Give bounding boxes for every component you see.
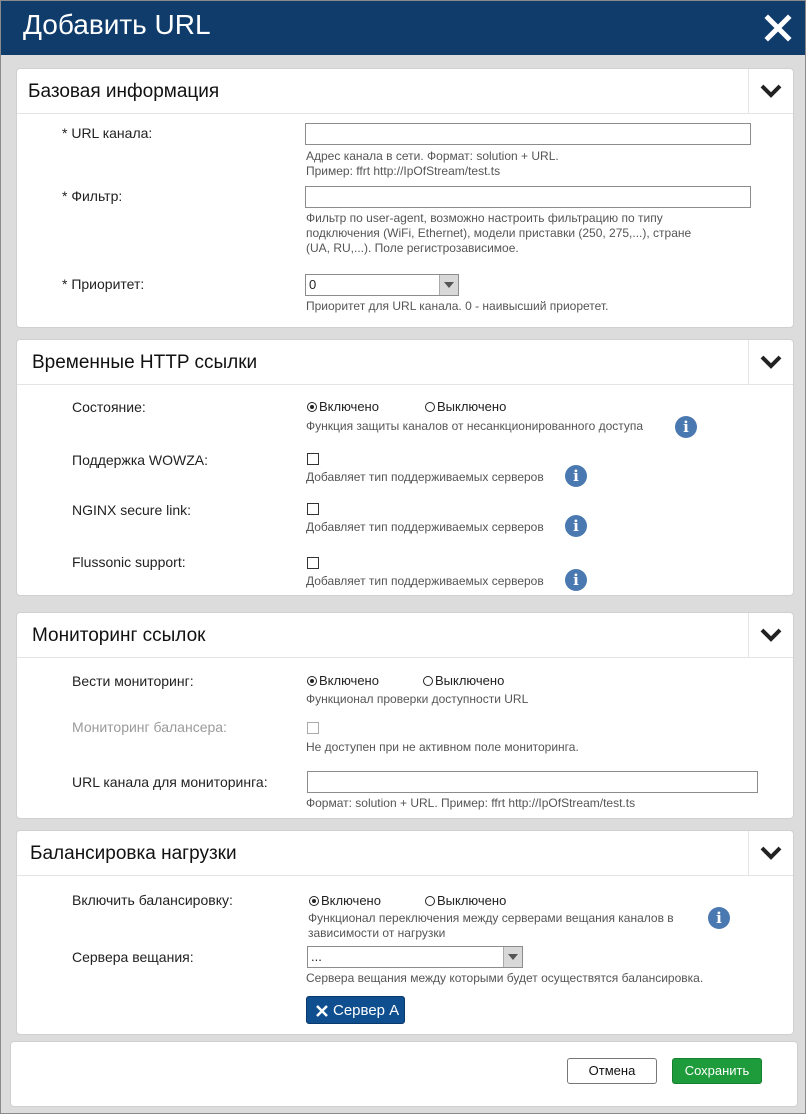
monitoring-url-input[interactable]: [307, 771, 758, 793]
flussonic-label: Flussonic support:: [72, 554, 186, 570]
priority-label: * Приоритет:: [62, 276, 145, 292]
add-url-dialog: Добавить URL Базовая информация * URL ка…: [0, 0, 806, 1114]
priority-hint: Приоритет для URL канала. 0 - наивысший …: [306, 299, 609, 313]
balancing-off-radio[interactable]: Выключено: [425, 893, 506, 908]
servers-hint: Сервера вещания между которыми будет осу…: [306, 971, 704, 985]
flussonic-hint: Добавляет тип поддерживаемых серверов: [306, 574, 544, 588]
filter-hint-3: (UA, RU,...). Поле регистрозависимое.: [306, 241, 519, 255]
monitoring-off-radio[interactable]: Выключено: [423, 673, 504, 688]
balancer-monitoring-checkbox[interactable]: [307, 722, 319, 734]
wowza-hint: Добавляет тип поддерживаемых серверов: [306, 470, 544, 484]
radio-dot: [309, 895, 319, 906]
chevron-down-icon: [760, 355, 782, 369]
servers-value: ...: [311, 949, 322, 964]
servers-label: Сервера вещания:: [72, 949, 194, 965]
balancing-hint-1: Функционал переключения между серверами …: [308, 911, 674, 925]
nginx-hint: Добавляет тип поддерживаемых серверов: [306, 520, 544, 534]
radio-label: Включено: [321, 893, 381, 908]
url-input[interactable]: [305, 123, 751, 145]
load-balancing-panel: Балансировка нагрузки Включить балансиро…: [16, 830, 794, 1035]
monitoring-hint: Функционал проверки доступности URL: [306, 692, 529, 706]
chevron-down-icon: [760, 84, 782, 98]
panel-header: Базовая информация: [17, 69, 793, 114]
info-icon[interactable]: i: [708, 907, 730, 929]
flussonic-checkbox[interactable]: [307, 557, 319, 569]
priority-value: 0: [309, 277, 317, 292]
chevron-down-icon: [503, 947, 522, 967]
tag-label: Сервер А: [333, 1002, 400, 1019]
close-icon[interactable]: [763, 13, 793, 43]
panel-header: Мониторинг ссылок: [17, 613, 793, 658]
enable-balancing-label: Включить балансировку:: [72, 892, 233, 908]
filter-label: * Фильтр:: [62, 188, 123, 204]
radio-label: Выключено: [437, 893, 507, 908]
url-label: * URL канала:: [62, 125, 153, 141]
collapse-toggle[interactable]: [748, 613, 793, 657]
panel-title: Временные HTTP ссылки: [32, 352, 258, 373]
cancel-button[interactable]: Отмена: [567, 1058, 657, 1084]
panel-header: Временные HTTP ссылки: [17, 340, 793, 385]
panel-title: Мониторинг ссылок: [32, 625, 206, 646]
servers-select[interactable]: ...: [307, 946, 523, 968]
balancer-monitoring-label: Мониторинг балансера:: [72, 719, 227, 735]
radio-dot: [307, 675, 317, 686]
chevron-down-icon: [760, 628, 782, 642]
balancing-on-radio[interactable]: Включено: [309, 893, 381, 908]
monitoring-panel: Мониторинг ссылок Вести мониторинг: Вклю…: [16, 612, 794, 819]
dialog-titlebar: Добавить URL: [1, 1, 805, 55]
chevron-down-icon: [760, 846, 782, 860]
radio-label: Выключено: [435, 673, 505, 688]
priority-select[interactable]: 0: [305, 274, 459, 296]
chevron-down-icon: [439, 275, 458, 295]
radio-label: Включено: [319, 399, 379, 414]
http-links-panel: Временные HTTP ссылки Состояние: Включен…: [16, 339, 794, 596]
state-label: Состояние:: [72, 399, 146, 415]
filter-hint-1: Фильтр по user-agent, возможно настроить…: [306, 211, 663, 225]
collapse-toggle[interactable]: [748, 69, 793, 113]
filter-hint-2: подключения (WiFi, Ethernet), модели при…: [306, 226, 692, 240]
info-icon[interactable]: i: [675, 416, 697, 438]
url-hint-2: Пример: ffrt http://IpOfStream/test.ts: [306, 164, 501, 178]
wowza-checkbox[interactable]: [307, 453, 319, 465]
monitoring-url-label: URL канала для мониторинга:: [72, 774, 268, 790]
panel-title: Балансировка нагрузки: [30, 843, 237, 864]
nginx-label: NGINX secure link:: [72, 502, 192, 518]
balancing-hint-2: зависимости от нагрузки: [308, 926, 446, 940]
radio-dot: [425, 895, 435, 906]
filter-input[interactable]: [305, 186, 751, 208]
info-icon[interactable]: i: [565, 569, 587, 591]
state-off-radio[interactable]: Выключено: [425, 399, 506, 414]
radio-dot: [423, 675, 433, 686]
info-icon[interactable]: i: [565, 465, 587, 487]
panel-header: Балансировка нагрузки: [17, 831, 793, 876]
state-hint: Функция защиты каналов от несанкциониров…: [306, 419, 644, 433]
collapse-toggle[interactable]: [748, 340, 793, 384]
info-icon[interactable]: i: [565, 515, 587, 537]
nginx-checkbox[interactable]: [307, 503, 319, 515]
remove-icon: [316, 1005, 328, 1017]
selected-server-tag[interactable]: Сервер А: [306, 996, 405, 1024]
balancer-monitoring-hint: Не доступен при не активном поле монитор…: [306, 740, 579, 754]
dialog-footer: Отмена Сохранить: [10, 1041, 798, 1107]
monitoring-url-hint: Формат: solution + URL. Пример: ffrt htt…: [306, 796, 636, 810]
save-button[interactable]: Сохранить: [672, 1058, 762, 1084]
url-hint-1: Адрес канала в сети. Формат: solution + …: [306, 149, 559, 163]
radio-label: Включено: [319, 673, 379, 688]
panel-title: Базовая информация: [28, 81, 220, 102]
state-on-radio[interactable]: Включено: [307, 399, 379, 414]
monitoring-label: Вести мониторинг:: [72, 673, 194, 689]
dialog-title: Добавить URL: [23, 9, 211, 40]
collapse-toggle[interactable]: [748, 831, 793, 875]
wowza-label: Поддержка WOWZA:: [72, 452, 209, 468]
radio-label: Выключено: [437, 399, 507, 414]
radio-dot: [307, 401, 317, 412]
monitoring-on-radio[interactable]: Включено: [307, 673, 379, 688]
basic-info-panel: Базовая информация * URL канала: Адрес к…: [16, 68, 794, 328]
radio-dot: [425, 401, 435, 412]
